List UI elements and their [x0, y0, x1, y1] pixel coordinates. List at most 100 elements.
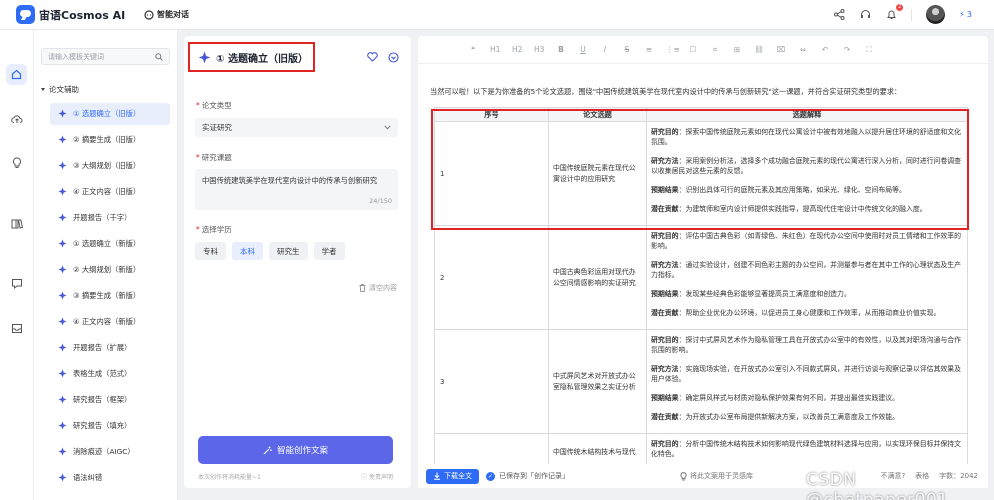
- paper-type-select[interactable]: 实证研究: [195, 118, 398, 137]
- sparkle-icon: [58, 473, 67, 482]
- code-button[interactable]: ⇔: [798, 45, 808, 54]
- generate-label: 智能创作文案: [276, 446, 328, 456]
- level-option[interactable]: 研究生: [269, 242, 308, 260]
- home-nav-button[interactable]: [6, 64, 27, 85]
- tab-smart-chat[interactable]: 智能对话: [144, 9, 189, 20]
- cloud-nav-button[interactable]: [6, 109, 27, 130]
- menu-item[interactable]: ④ 正文内容（旧版）: [50, 181, 170, 203]
- undo-button[interactable]: ↶: [820, 45, 830, 54]
- document-panel: ❝ H1 H2 H3 B U I S ≡ ⋮≡ ☐ ⌗ ⊞ ⛓ ⌧ ⇔ ↶ ↷ …: [418, 36, 988, 488]
- menu-item-label: ① 选题确立（旧版）: [73, 108, 141, 118]
- chevron-down-circle-icon[interactable]: [388, 52, 399, 63]
- disclaimer-link[interactable]: ⓘ 免责声明: [361, 472, 393, 481]
- menu-item[interactable]: 表格生成（范式）: [50, 363, 170, 385]
- energy-cost-note: 本次创作将消耗能量~1: [198, 474, 261, 481]
- sparkle-icon: [58, 343, 67, 352]
- row-number: 1: [434, 121, 549, 226]
- menu-item[interactable]: 开题报告（扩展）: [50, 337, 170, 359]
- headset-icon[interactable]: [859, 9, 871, 21]
- idea-nav-button[interactable]: [6, 152, 27, 173]
- top-bar: 宙语Cosmos AI 智能对话 2 ⚡ 3: [0, 0, 994, 30]
- check-icon: ✓: [486, 471, 495, 481]
- search-icon[interactable]: [155, 52, 163, 61]
- task-list-button[interactable]: ☐: [688, 45, 698, 54]
- template-sidebar: 请输入模板关键词 论文辅助 ① 选题确立（旧版） ② 摘要生成（旧版） ③ 大纲…: [34, 30, 178, 500]
- quote-button[interactable]: ❝: [468, 45, 478, 54]
- points-indicator[interactable]: ⚡ 3: [959, 10, 972, 19]
- level-option[interactable]: 学者: [313, 242, 345, 260]
- row-explanation: 研究目的：探讨中式屏风艺术作为隐私管理工具在开放式办公室中的有效性，以及其对职场…: [646, 329, 968, 434]
- strikethrough-button[interactable]: S: [622, 45, 632, 54]
- row-topic: 中国古典色彩运用对现代办公空间情感影响的实证研究: [548, 225, 647, 330]
- link-button[interactable]: ⛓: [754, 45, 764, 54]
- table-row: 2 中国古典色彩运用对现代办公空间情感影响的实证研究 研究目的：评估中国古典色彩…: [434, 225, 968, 330]
- message-nav-button[interactable]: [6, 273, 27, 294]
- section-thesis-assist[interactable]: 论文辅助: [41, 84, 79, 95]
- field-value: ：探讨中式屏风艺术作为隐私管理工具在开放式办公室中的有效性，以及其对职场沟通与合…: [651, 336, 962, 354]
- notification-badge: 2: [896, 3, 904, 11]
- menu-item[interactable]: 消除痕迹（AIGC）: [50, 441, 170, 463]
- save-to-inspiration-link[interactable]: 将此文案用于灵感库: [680, 471, 753, 481]
- code-block-button[interactable]: ⌗: [710, 45, 720, 55]
- field-value: ：为开放式办公室布局提供新解决方案，以改善员工满意度及工作效能。: [678, 413, 900, 421]
- redo-button[interactable]: ↷: [842, 45, 852, 54]
- app-logo[interactable]: 宙语Cosmos AI: [16, 5, 144, 24]
- field-value: ：为建筑师和室内设计师提供实践指导，提高现代住宅设计中传统文化的融入度。: [678, 205, 927, 213]
- menu-item[interactable]: ① 选题确立（旧版）: [50, 103, 170, 125]
- sparkle-icon: [58, 395, 67, 404]
- section-label: 论文辅助: [49, 85, 79, 94]
- sparkle-icon: [58, 187, 67, 196]
- menu-item[interactable]: ② 大纲规划（新版）: [50, 259, 170, 281]
- download-button[interactable]: 下载全文: [426, 468, 479, 484]
- field-value: ：实施现场实验，在开放式办公室引入不同款式屏风，并进行访谈与观察记录以评估其效果…: [651, 365, 962, 383]
- row-topic: 中国传统庭院元素在现代公寓设计中的应用研究: [548, 121, 647, 226]
- menu-item[interactable]: ① 选题确立（新版）: [50, 233, 170, 255]
- fullscreen-button[interactable]: ⛶: [864, 45, 874, 55]
- bold-button[interactable]: B: [556, 45, 566, 54]
- template-search-input[interactable]: 请输入模板关键词: [41, 48, 170, 65]
- clear-format-button[interactable]: ⌧: [776, 45, 786, 54]
- table-button[interactable]: ⊞: [732, 45, 742, 54]
- menu-item[interactable]: 研究报告（填充）: [50, 415, 170, 437]
- library-nav-button[interactable]: [6, 213, 27, 234]
- menu-item[interactable]: 研究报告（框架）: [50, 389, 170, 411]
- sparkle-icon: [58, 369, 67, 378]
- book-icon: [11, 219, 23, 229]
- table-row: 1 中国传统庭院元素在现代公寓设计中的应用研究 研究目的：探索中国传统庭院元素如…: [434, 121, 968, 226]
- menu-item[interactable]: ③ 大纲规划（旧版）: [50, 155, 170, 177]
- avatar[interactable]: [926, 5, 946, 24]
- field-key: 预期结果: [651, 394, 679, 402]
- italic-button[interactable]: I: [600, 45, 610, 54]
- sparkle-icon: [198, 51, 211, 63]
- heading2-button[interactable]: H2: [512, 45, 522, 54]
- field-key: 研究方法: [651, 157, 679, 165]
- menu-item[interactable]: 语法纠错: [50, 467, 170, 489]
- heart-icon[interactable]: [367, 52, 378, 62]
- inbox-nav-button[interactable]: [6, 318, 27, 339]
- menu-item[interactable]: ④ 正文内容（新版）: [50, 311, 170, 333]
- clear-content-button[interactable]: 清空内容: [359, 283, 397, 293]
- menu-item[interactable]: ② 摘要生成（旧版）: [50, 129, 170, 151]
- menu-item-label: 研究报告（框架）: [73, 394, 132, 404]
- field-key: 研究目的: [651, 336, 679, 344]
- research-topic-label: * 研究课题: [196, 153, 232, 162]
- heading3-button[interactable]: H3: [534, 45, 544, 54]
- research-topic-input[interactable]: 中国传统建筑美学在现代室内设计中的传承与创新研究 24/150: [195, 169, 398, 210]
- menu-item-label: 研究报告（填充）: [73, 420, 132, 430]
- share-icon[interactable]: [833, 9, 845, 21]
- field-value: ：探索中国传统庭院元素如何在现代公寓设计中被有效地融入以提升居住环境的舒适度和文…: [651, 128, 962, 146]
- table-row: 3 中式屏风艺术对开放式办公室隐私管理效果之实证分析 研究目的：探讨中式屏风艺术…: [434, 329, 968, 434]
- underline-button[interactable]: U: [578, 45, 588, 54]
- ordered-list-button[interactable]: ⋮≡: [666, 45, 680, 54]
- level-option[interactable]: 专科: [195, 242, 226, 260]
- menu-item[interactable]: 开题报告（千字）: [50, 207, 170, 229]
- generate-button[interactable]: 智能创作文案: [198, 436, 393, 464]
- heading1-button[interactable]: H1: [490, 45, 500, 54]
- level-option-selected[interactable]: 本科: [232, 242, 263, 260]
- bullet-list-button[interactable]: ≡: [644, 45, 654, 54]
- bell-icon[interactable]: 2: [885, 3, 904, 21]
- field-key: 研究方法: [651, 261, 679, 269]
- lightbulb-icon: [680, 471, 687, 480]
- menu-item[interactable]: ③ 摘要生成（新版）: [50, 285, 170, 307]
- menu-item-label: ④ 正文内容（新版）: [73, 316, 141, 326]
